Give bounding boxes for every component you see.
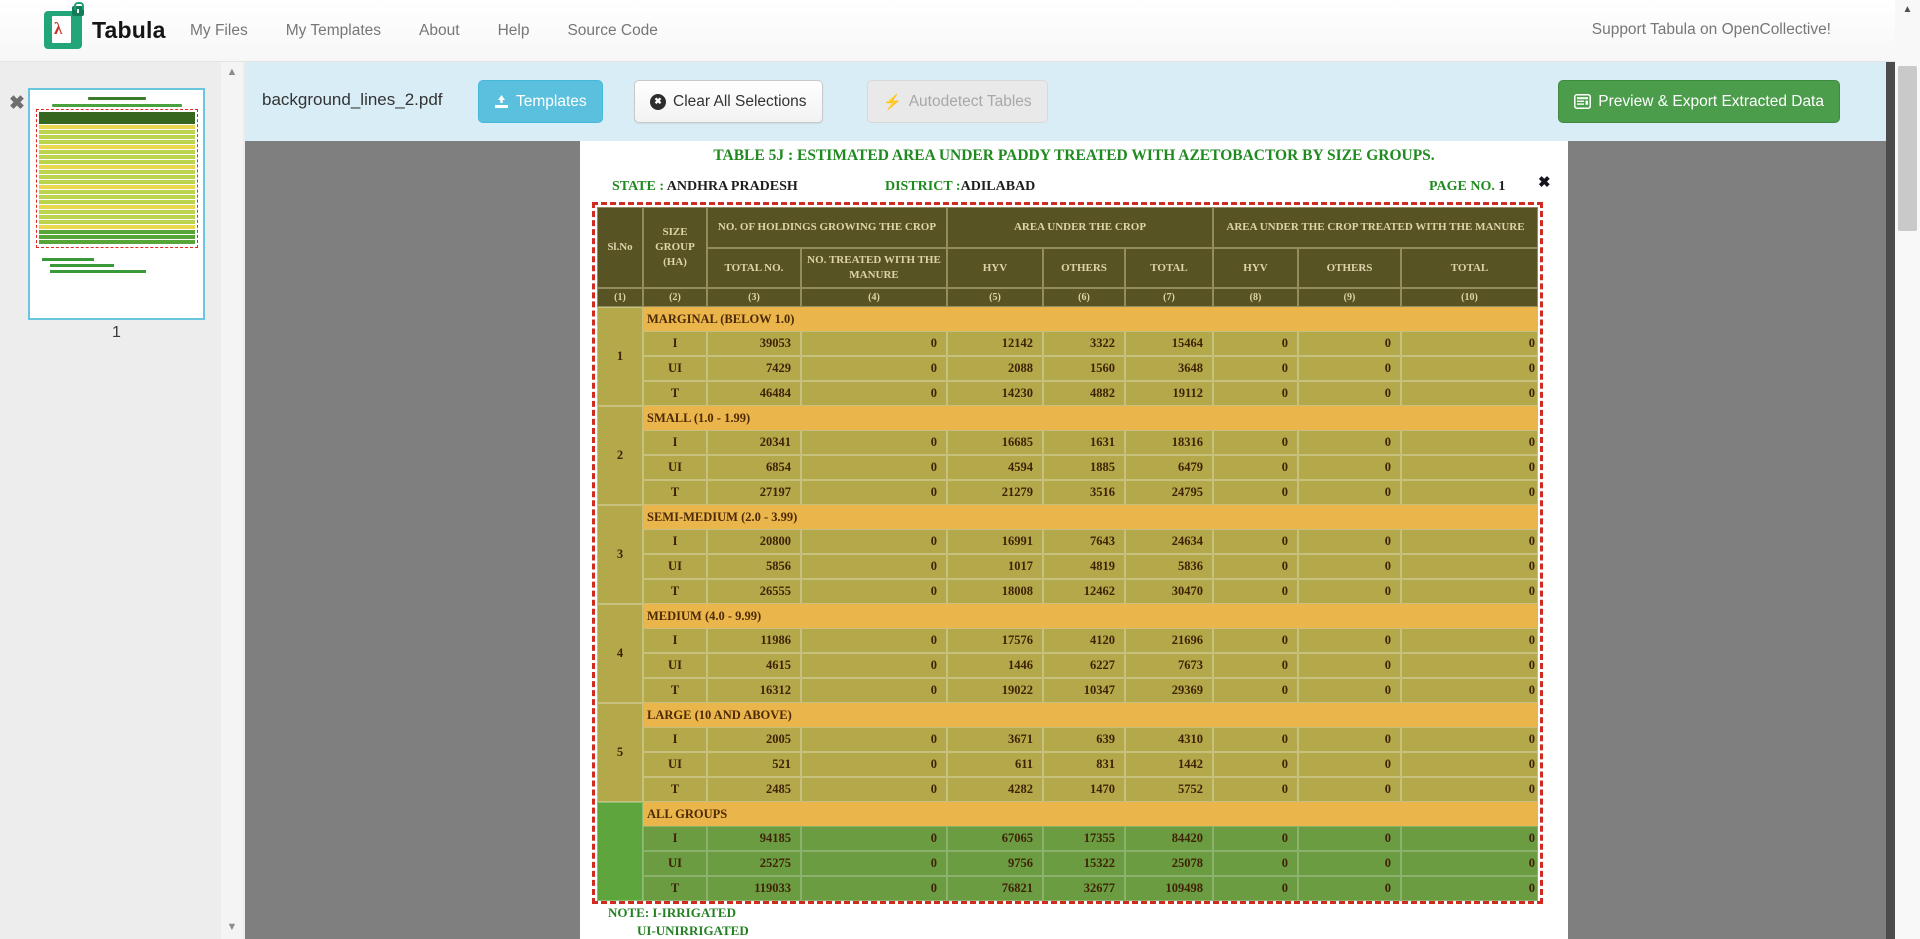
upload-icon — [494, 95, 509, 109]
browser-scrollbar[interactable]: ▲ — [1895, 0, 1920, 939]
support-link[interactable]: Support Tabula on OpenCollective! — [1592, 21, 1831, 39]
autodetect-label: Autodetect Tables — [909, 93, 1032, 111]
templates-button[interactable]: Templates — [478, 80, 603, 123]
note-line-1: NOTE: I-IRRIGATED — [608, 905, 736, 921]
thumb-title-line — [88, 97, 146, 100]
export-label: Preview & Export Extracted Data — [1598, 93, 1824, 111]
scrollbar-thumb[interactable] — [1898, 66, 1917, 231]
templates-label: Templates — [516, 93, 587, 111]
sidebar-scrollbar[interactable]: ▲ ▼ — [221, 62, 243, 939]
autodetect-tables-button[interactable]: ⚡ Autodetect Tables — [867, 80, 1048, 123]
lock-icon — [72, 6, 84, 16]
page-thumbnail[interactable] — [28, 88, 205, 320]
thumb-mini-table — [39, 112, 195, 245]
scroll-down-icon[interactable]: ▼ — [221, 921, 243, 933]
thumb-note-line — [42, 258, 94, 261]
brand[interactable]: λ Tabula — [44, 11, 166, 49]
pdf-lambda-glyph: λ — [54, 20, 62, 37]
nav-item-help[interactable]: Help — [498, 22, 530, 40]
flash-icon: ⚡ — [883, 93, 902, 111]
nav-item-my-files[interactable]: My Files — [190, 22, 248, 40]
pdf-workspace: TABLE 5J : ESTIMATED AREA UNDER PADDY TR… — [245, 141, 1886, 939]
pdf-page[interactable]: TABLE 5J : ESTIMATED AREA UNDER PADDY TR… — [580, 141, 1568, 939]
content-right-edge — [1886, 62, 1895, 939]
state-field: STATE : ANDHRA PRADESH — [612, 179, 798, 195]
clear-label: Clear All Selections — [673, 93, 807, 111]
district-field: DISTRICT :ADILABAD — [885, 179, 1035, 195]
sidebar: ✖ 1 ▲ ▼ — [0, 62, 245, 939]
tabula-logo-icon: λ — [44, 11, 82, 49]
preview-export-button[interactable]: Preview & Export Extracted Data — [1558, 80, 1840, 123]
thumb-note-line — [50, 264, 114, 267]
page-number-field: PAGE NO. 1 — [1429, 179, 1505, 195]
clear-all-selections-button[interactable]: ✖ Clear All Selections — [634, 80, 823, 123]
thumbnail-page-number: 1 — [28, 324, 205, 342]
toolbar: background_lines_2.pdf Templates ✖ Clear… — [245, 62, 1886, 141]
nav-item-about[interactable]: About — [419, 22, 460, 40]
pdf-filename: background_lines_2.pdf — [262, 90, 443, 110]
nav-item-my-templates[interactable]: My Templates — [286, 22, 381, 40]
nav-item-source-code[interactable]: Source Code — [567, 22, 657, 40]
document-title: TABLE 5J : ESTIMATED AREA UNDER PADDY TR… — [580, 147, 1568, 165]
scroll-up-icon[interactable]: ▲ — [221, 66, 243, 78]
scrollbar-up-icon[interactable]: ▲ — [1895, 4, 1920, 15]
table-icon — [1574, 94, 1591, 109]
selection-close-icon[interactable]: ✖ — [1538, 173, 1551, 192]
nav-menu: My Files My Templates About Help Source Code — [190, 0, 658, 62]
thumb-note-line — [50, 270, 146, 273]
note-line-2: UI-UNIRRIGATED — [637, 923, 749, 939]
navbar: λ Tabula My Files My Templates About Help So… — [0, 0, 1895, 62]
selection-box[interactable] — [592, 202, 1543, 904]
thumb-selection-outline — [36, 109, 198, 248]
remove-circle-icon: ✖ — [650, 94, 666, 110]
remove-file-icon[interactable]: ✖ — [5, 92, 29, 116]
brand-title: Tabula — [92, 17, 166, 44]
thumb-subtitle-line — [52, 104, 182, 107]
